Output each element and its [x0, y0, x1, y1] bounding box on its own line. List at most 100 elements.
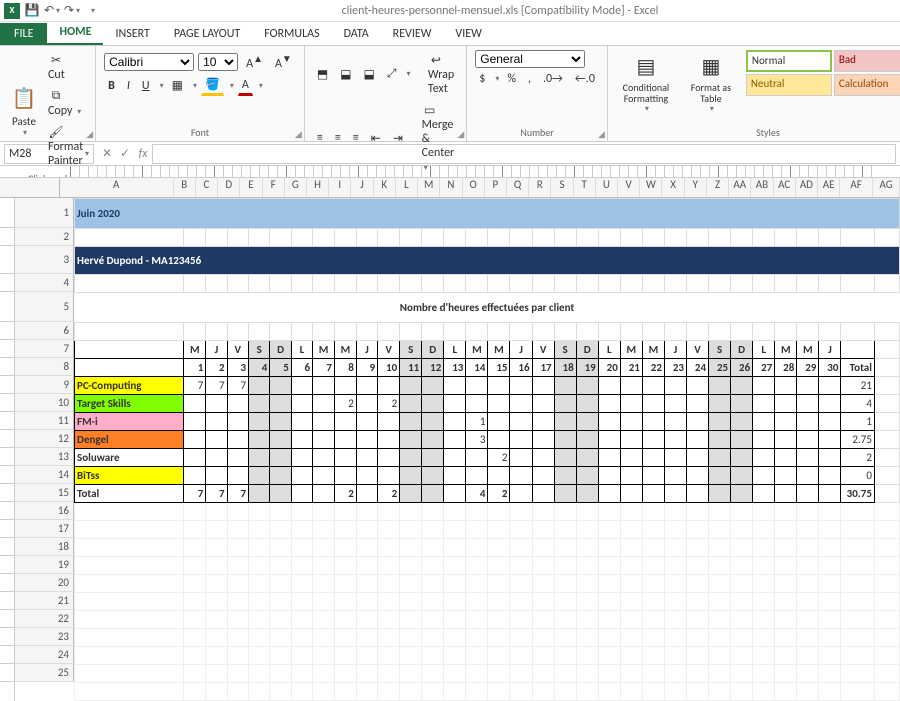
cell[interactable]: D: [270, 341, 291, 359]
cell[interactable]: [753, 395, 775, 413]
column-header[interactable]: E: [240, 178, 262, 197]
borders-dropdown[interactable]: ▾: [191, 81, 197, 91]
cell[interactable]: J: [356, 341, 377, 359]
cell[interactable]: [400, 413, 422, 431]
cell[interactable]: [731, 503, 753, 521]
cell[interactable]: [841, 323, 874, 341]
cell[interactable]: [686, 229, 708, 247]
cell[interactable]: [554, 229, 576, 247]
cell[interactable]: [356, 629, 377, 647]
cell[interactable]: [334, 665, 356, 683]
cell[interactable]: [598, 593, 620, 611]
cell[interactable]: 12: [422, 359, 444, 377]
cell[interactable]: [731, 377, 753, 395]
cell[interactable]: [664, 275, 686, 293]
cell[interactable]: [378, 449, 400, 467]
cell[interactable]: [819, 467, 841, 485]
cell[interactable]: [400, 503, 422, 521]
cell[interactable]: [532, 647, 554, 665]
cell[interactable]: [75, 575, 184, 593]
cell[interactable]: [356, 611, 377, 629]
cell[interactable]: 10: [378, 359, 400, 377]
cell[interactable]: [664, 611, 686, 629]
conditional-formatting-icon[interactable]: ▤: [630, 50, 662, 82]
column-header[interactable]: F: [263, 178, 285, 197]
cell[interactable]: [510, 413, 532, 431]
cell[interactable]: 7: [227, 377, 248, 395]
cell[interactable]: [400, 647, 422, 665]
row-header[interactable]: 23: [15, 628, 74, 646]
cell[interactable]: [227, 557, 248, 575]
cell[interactable]: [184, 683, 206, 701]
cell[interactable]: [731, 557, 753, 575]
cell[interactable]: [75, 611, 184, 629]
cell[interactable]: [797, 449, 819, 467]
cell[interactable]: [576, 503, 598, 521]
cell[interactable]: [841, 557, 874, 575]
fill-dropdown[interactable]: ▾: [228, 81, 234, 91]
cell[interactable]: [532, 575, 554, 593]
cell[interactable]: [270, 557, 291, 575]
cell[interactable]: [291, 683, 312, 701]
cell[interactable]: [313, 629, 335, 647]
cell[interactable]: 1: [466, 413, 488, 431]
cell[interactable]: [532, 413, 554, 431]
cell[interactable]: [378, 413, 400, 431]
cell[interactable]: [378, 229, 400, 247]
format-painter-button[interactable]: 🖌 Format Painter: [44, 122, 87, 170]
cell[interactable]: [753, 593, 775, 611]
cell[interactable]: [291, 521, 312, 539]
cell[interactable]: [444, 377, 466, 395]
cell[interactable]: [642, 665, 664, 683]
cell[interactable]: [510, 323, 532, 341]
orientation-dropdown[interactable]: ▾: [404, 69, 410, 79]
cell[interactable]: [664, 413, 686, 431]
cell[interactable]: [400, 395, 422, 413]
cell[interactable]: [797, 683, 819, 701]
row-header[interactable]: 16: [15, 502, 74, 520]
cell[interactable]: [400, 557, 422, 575]
cell[interactable]: [378, 539, 400, 557]
cell[interactable]: [75, 341, 184, 359]
cell[interactable]: J: [510, 341, 532, 359]
cell[interactable]: [249, 431, 270, 449]
cell[interactable]: [686, 413, 708, 431]
cell[interactable]: [775, 557, 797, 575]
cell[interactable]: [356, 593, 377, 611]
cell[interactable]: [775, 485, 797, 503]
cell[interactable]: [488, 539, 510, 557]
row-header[interactable]: 10: [15, 394, 74, 412]
cell[interactable]: [709, 503, 731, 521]
cell[interactable]: 28: [775, 359, 797, 377]
cell[interactable]: M: [313, 341, 335, 359]
cell[interactable]: [874, 359, 899, 377]
cell[interactable]: [444, 647, 466, 665]
fontcolor-dropdown[interactable]: ▾: [257, 81, 263, 91]
cell[interactable]: [775, 377, 797, 395]
cell[interactable]: [206, 647, 227, 665]
cell[interactable]: [356, 449, 377, 467]
cell[interactable]: [554, 449, 576, 467]
cell[interactable]: [400, 593, 422, 611]
cell[interactable]: 6: [291, 359, 312, 377]
cell[interactable]: [554, 629, 576, 647]
cell[interactable]: [731, 485, 753, 503]
cell[interactable]: [819, 485, 841, 503]
cell[interactable]: [510, 485, 532, 503]
cell[interactable]: [270, 467, 291, 485]
align-left-icon[interactable]: ≡: [313, 129, 327, 147]
cell[interactable]: [249, 665, 270, 683]
cell[interactable]: [378, 521, 400, 539]
cell[interactable]: [709, 629, 731, 647]
cell[interactable]: [532, 431, 554, 449]
cell[interactable]: [709, 593, 731, 611]
cell[interactable]: [75, 647, 184, 665]
cell[interactable]: 5: [270, 359, 291, 377]
cell[interactable]: [422, 449, 444, 467]
cell[interactable]: [400, 629, 422, 647]
cell[interactable]: [753, 467, 775, 485]
cell[interactable]: [488, 503, 510, 521]
cell[interactable]: [874, 449, 899, 467]
cell[interactable]: 4: [249, 359, 270, 377]
cell[interactable]: [753, 485, 775, 503]
